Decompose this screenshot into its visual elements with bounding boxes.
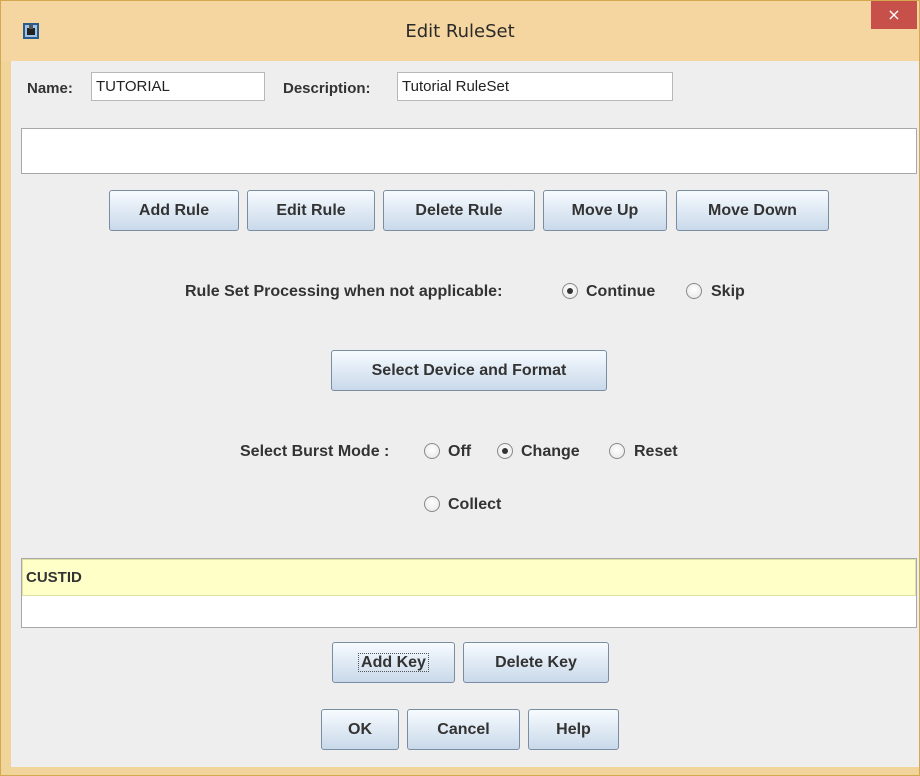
processing-continue-radio[interactable] bbox=[562, 283, 578, 299]
move-up-button[interactable]: Move Up bbox=[543, 190, 667, 231]
name-label: Name: bbox=[27, 80, 73, 97]
add-key-button[interactable]: Add Key bbox=[332, 642, 455, 683]
key-row-selected[interactable]: CUSTID bbox=[22, 559, 916, 596]
title-bar[interactable]: Edit RuleSet × bbox=[1, 1, 919, 61]
burst-change-radio[interactable] bbox=[497, 443, 513, 459]
burst-reset-radio[interactable] bbox=[609, 443, 625, 459]
description-label: Description: bbox=[283, 80, 371, 97]
delete-rule-button[interactable]: Delete Rule bbox=[383, 190, 535, 231]
name-field[interactable] bbox=[91, 72, 265, 101]
burst-mode-label: Select Burst Mode : bbox=[240, 443, 390, 460]
burst-collect-label[interactable]: Collect bbox=[448, 496, 501, 514]
edit-rule-button[interactable]: Edit Rule bbox=[247, 190, 375, 231]
edit-ruleset-window: Edit RuleSet × Name: Description: Add Ru… bbox=[0, 0, 920, 776]
rules-list[interactable] bbox=[21, 128, 917, 174]
burst-reset-label[interactable]: Reset bbox=[634, 443, 678, 461]
processing-skip-label[interactable]: Skip bbox=[711, 283, 745, 301]
delete-key-button[interactable]: Delete Key bbox=[463, 642, 609, 683]
burst-off-label[interactable]: Off bbox=[448, 443, 471, 461]
burst-off-radio[interactable] bbox=[424, 443, 440, 459]
processing-label: Rule Set Processing when not applicable: bbox=[185, 283, 503, 300]
ok-button[interactable]: OK bbox=[321, 709, 399, 750]
cancel-button[interactable]: Cancel bbox=[407, 709, 520, 750]
select-device-format-button[interactable]: Select Device and Format bbox=[331, 350, 607, 391]
window-title: Edit RuleSet bbox=[405, 21, 515, 42]
add-rule-button[interactable]: Add Rule bbox=[109, 190, 239, 231]
dialog-body: Name: Description: Add Rule Edit Rule De… bbox=[11, 61, 919, 767]
burst-change-label[interactable]: Change bbox=[521, 443, 580, 461]
add-key-label: Add Key bbox=[358, 653, 429, 672]
processing-continue-label[interactable]: Continue bbox=[586, 283, 655, 301]
close-button[interactable]: × bbox=[871, 1, 917, 29]
processing-skip-radio[interactable] bbox=[686, 283, 702, 299]
move-down-button[interactable]: Move Down bbox=[676, 190, 829, 231]
description-field[interactable] bbox=[397, 72, 673, 101]
burst-collect-radio[interactable] bbox=[424, 496, 440, 512]
help-button[interactable]: Help bbox=[528, 709, 619, 750]
close-icon: × bbox=[887, 5, 901, 24]
